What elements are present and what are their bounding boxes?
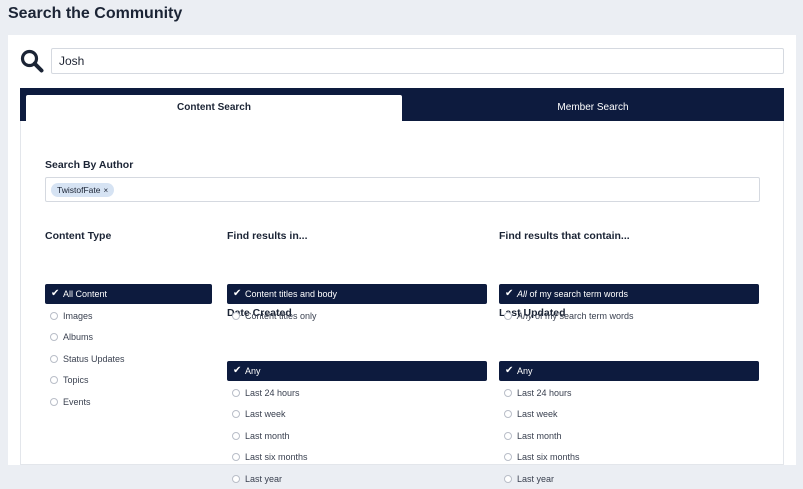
find-in-option[interactable]: Content titles only (227, 306, 487, 326)
contain-option-emphasis: All (517, 289, 528, 299)
content-type-option-label: Topics (63, 375, 89, 385)
last-updated-option-label: Any (517, 366, 533, 376)
date-created-option-label: Last six months (245, 452, 308, 462)
last-updated-option-label: Last month (517, 430, 562, 441)
find-in-option-label: Content titles only (245, 310, 317, 321)
contain-option-rest: of my search term words (527, 289, 629, 299)
date-created-option-label: Last 24 hours (245, 387, 300, 398)
date-created-option[interactable]: Last month (227, 426, 487, 446)
remove-tag-icon[interactable]: × (103, 186, 108, 195)
content-type-option[interactable]: Albums (45, 327, 212, 347)
last-updated-option-label: Last week (517, 409, 558, 419)
last-updated-option[interactable]: Last 24 hours (499, 383, 759, 403)
date-created-option[interactable]: Last six months (227, 447, 487, 467)
content-type-option[interactable]: Topics (45, 370, 212, 390)
date-created-option-label: Last week (245, 409, 286, 419)
checkmark-icon: ✔ (233, 365, 242, 376)
content-type-option-label: Albums (63, 332, 94, 342)
radio-icon (504, 431, 512, 440)
date-created-option-label: Last month (245, 430, 290, 441)
author-field[interactable]: TwistofFate × (45, 177, 760, 202)
contain-option-label: All of my search term words (517, 284, 628, 304)
radio-icon (232, 311, 240, 320)
radio-icon (504, 410, 512, 418)
checkmark-icon: ✔ (505, 288, 514, 299)
date-created-option[interactable]: ✔ Any (227, 361, 487, 381)
search-tabs: Content Search Member Search (20, 88, 784, 121)
content-type-option[interactable]: Events (45, 392, 212, 412)
date-created-option-label: Any (245, 366, 261, 376)
contain-option[interactable]: ✔ All of my search term words (499, 284, 759, 304)
checkmark-icon: ✔ (233, 288, 242, 299)
date-created-option[interactable]: Last week (227, 404, 487, 424)
radio-icon (504, 388, 512, 397)
author-tag: TwistofFate × (51, 183, 115, 197)
date-created-option[interactable]: Last 24 hours (227, 383, 487, 403)
search-form: Search By Author TwistofFate × Content Ty… (20, 121, 784, 484)
radio-icon (232, 453, 240, 461)
radio-icon (50, 376, 58, 384)
radio-icon (232, 388, 240, 397)
last-updated-option-label: Last 24 hours (517, 387, 572, 398)
last-updated-option-label: Last six months (517, 452, 580, 462)
tab-member-search[interactable]: Member Search (402, 95, 784, 121)
author-tag-label: TwistofFate (57, 185, 101, 195)
date-created-option-label: Last year (245, 473, 283, 484)
checkmark-icon: ✔ (51, 288, 60, 299)
search-panel: Content Search Member Search Search By A… (8, 35, 796, 484)
contain-option-rest: of my search term words (532, 310, 634, 321)
content-type-option-label: Events (63, 396, 91, 407)
contain-option-emphasis: Any (517, 310, 533, 321)
content-type-option-label: All Content (63, 289, 108, 299)
radio-icon (232, 474, 240, 483)
radio-icon (50, 397, 58, 406)
radio-icon (232, 410, 240, 418)
radio-icon (50, 311, 58, 320)
page-title: Search the Community (8, 5, 183, 22)
search-input[interactable] (51, 48, 784, 74)
last-updated-option[interactable]: Last month (499, 426, 759, 446)
content-type-option[interactable]: Images (45, 306, 212, 326)
find-in-label: Find results in... (227, 230, 308, 242)
tab-content-search[interactable]: Content Search (26, 95, 402, 121)
content-type-option[interactable]: ✔ All Content (45, 284, 212, 304)
radio-icon (50, 354, 58, 363)
radio-icon (232, 431, 240, 440)
last-updated-option[interactable]: Last year (499, 469, 759, 489)
content-type-option-label: Status Updates (63, 353, 125, 364)
date-created-option[interactable]: Last year (227, 469, 487, 489)
author-label: Search By Author (45, 159, 134, 171)
last-updated-option-label: Last year (517, 473, 555, 484)
find-in-option[interactable]: ✔ Content titles and body (227, 284, 487, 304)
last-updated-option[interactable]: Last week (499, 404, 759, 424)
last-updated-option[interactable]: Last six months (499, 447, 759, 467)
radio-icon (504, 453, 512, 461)
content-type-option[interactable]: Status Updates (45, 349, 212, 369)
contain-option[interactable]: Any of my search term words (499, 306, 759, 326)
last-updated-option[interactable]: ✔ Any (499, 361, 759, 381)
radio-icon (50, 333, 58, 341)
search-icon[interactable] (20, 49, 44, 73)
contain-label: Find results that contain... (499, 230, 630, 242)
find-in-option-label: Content titles and body (245, 289, 338, 299)
content-type-label: Content Type (45, 230, 112, 242)
contain-option-label: Any of my search term words (517, 306, 634, 326)
radio-icon (504, 474, 512, 483)
radio-icon (504, 311, 512, 320)
content-type-option-label: Images (63, 310, 93, 321)
checkmark-icon: ✔ (505, 365, 514, 376)
